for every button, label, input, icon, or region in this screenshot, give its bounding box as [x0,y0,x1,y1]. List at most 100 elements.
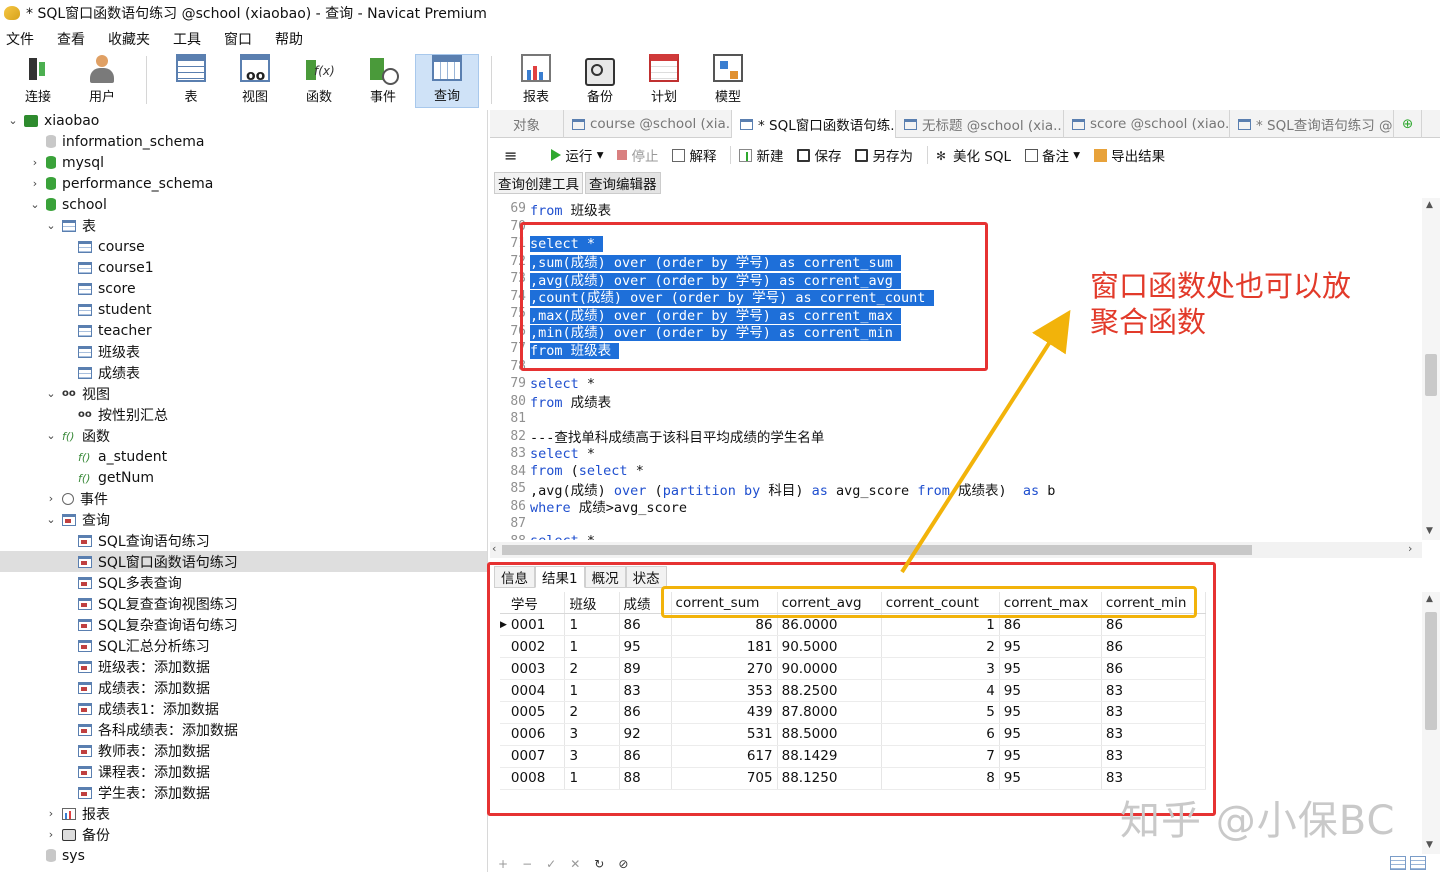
table-cell[interactable]: 0007 [506,745,566,768]
scroll-up-icon[interactable]: ▲ [1426,594,1433,604]
editor-tab[interactable]: course @school (xia... [564,110,732,138]
table-row[interactable]: ▶ 0001 1 86 86 86.0000 1 86 86 [500,613,1207,637]
tree-node[interactable]: oo 按性别汇总 [0,404,168,425]
menu-item[interactable]: 窗口 [218,29,259,49]
tree-toggle-icon[interactable]: ⌄ [28,198,42,211]
table-cell[interactable]: 0004 [506,679,566,702]
table-cell[interactable]: 88 [619,767,672,790]
tab-query-editor[interactable]: 查询编辑器 [585,172,661,194]
table-cell[interactable]: 0008 [506,767,566,790]
tree-node[interactable]: 各科成绩表：添加数据 [0,719,238,740]
column-header[interactable]: corrent_sum [671,592,778,615]
toolbar-table-button[interactable]: 表 [159,54,223,108]
table-cell[interactable]: 95 [999,635,1102,659]
status-action-icon[interactable]: ✓ [546,857,556,871]
result-vertical-scrollbar[interactable]: ▲ ▼ [1422,592,1440,854]
table-cell[interactable]: 89 [619,657,672,681]
tree-node[interactable]: 教师表：添加数据 [0,740,210,761]
table-row[interactable]: 0006 3 92 531 88.5000 6 95 83 [500,723,1207,746]
status-action-icon[interactable]: − [522,857,532,871]
table-cell[interactable]: 86 [619,701,672,724]
toolbar-query-button[interactable]: 查询 [415,54,479,108]
table-cell[interactable]: 95 [999,657,1102,681]
scroll-up-icon[interactable]: ▲ [1426,200,1433,210]
toolbar-event-button[interactable]: 事件 [351,54,415,108]
tab-profile[interactable]: 概况 [584,566,626,588]
tree-toggle-icon[interactable]: ⌄ [44,387,58,400]
toolbar-user-button[interactable]: 用户 [70,54,134,108]
tree-node[interactable]: information_schema [0,131,205,152]
new-button[interactable]: 新建 [739,145,783,165]
tab-info[interactable]: 信息 [494,566,535,588]
toolbar-view-button[interactable]: 视图 [223,54,287,108]
table-cell[interactable]: 86 [671,613,778,637]
status-action-icon[interactable]: + [498,857,508,871]
toolbar-model-button[interactable]: 模型 [696,54,760,108]
tree-toggle-icon[interactable]: › [44,828,58,841]
tree-node[interactable]: 课程表：添加数据 [0,761,210,782]
tree-node[interactable]: 成绩表 [0,362,140,383]
sql-editor[interactable]: 69 from 班级表 70 71 select * 72 ,sum(成绩) over (… [490,198,1422,540]
table-cell[interactable]: 90.0000 [777,657,882,681]
table-cell[interactable]: 617 [671,745,778,768]
table-cell[interactable]: 1 [564,613,620,637]
toolbar-report-button[interactable]: 报表 [504,54,568,108]
table-cell[interactable]: 0002 [506,635,566,659]
table-cell[interactable]: 95 [999,745,1102,768]
new-tab-icon[interactable]: ⊕ [1394,110,1423,138]
table-cell[interactable]: 95 [999,723,1102,746]
table-cell[interactable]: 0006 [506,723,566,746]
status-action-icon[interactable]: ↻ [594,857,604,871]
table-cell[interactable]: 1 [564,679,620,702]
table-cell[interactable]: 86 [999,613,1102,637]
editor-tab[interactable]: * SQL查询语句练习 @... [1230,110,1394,138]
table-row[interactable]: 0008 1 88 705 88.1250 8 95 83 [500,767,1207,790]
tree-node[interactable]: › 备份 [0,824,110,845]
table-cell[interactable]: 86 [619,613,672,637]
tree-toggle-icon[interactable]: › [44,492,58,505]
editor-tab[interactable]: 无标题 @school (xia... [896,110,1064,138]
table-cell[interactable]: 5 [881,701,1000,724]
tree-toggle-icon[interactable]: › [44,807,58,820]
table-cell[interactable]: 86.0000 [777,613,882,637]
tree-toggle-icon[interactable]: ⌄ [6,114,20,127]
save-button[interactable]: 保存 [797,145,841,165]
tree-node[interactable]: sys [0,845,85,866]
grid-view-icon[interactable] [1390,856,1406,870]
tree-node[interactable]: student [0,299,152,320]
status-action-icon[interactable]: ✕ [570,857,580,871]
table-cell[interactable]: 92 [619,723,672,746]
column-header[interactable]: corrent_max [999,592,1102,615]
table-cell[interactable]: 83 [1101,701,1207,724]
table-cell[interactable]: 88.5000 [777,723,882,746]
tab-status[interactable]: 状态 [625,566,667,588]
table-cell[interactable]: 83 [1101,767,1207,790]
table-cell[interactable]: 531 [671,723,778,746]
table-cell[interactable]: 705 [671,767,778,790]
toolbar-schedule-button[interactable]: 计划 [632,54,696,108]
tree-node[interactable]: score [0,278,136,299]
tree-node[interactable]: SQL复杂查询语句练习 [0,614,238,635]
table-cell[interactable]: 1 [564,635,620,659]
table-cell[interactable]: 90.5000 [777,635,882,659]
editor-tab[interactable]: * SQL窗口函数语句练... [732,110,896,138]
tree-toggle-icon[interactable]: › [28,177,42,190]
tree-node[interactable]: SQL查询语句练习 [0,530,210,551]
tree-toggle-icon[interactable]: ⌄ [44,429,58,442]
scroll-down-icon[interactable]: ▼ [1426,840,1433,850]
table-cell[interactable]: 83 [1101,723,1207,746]
table-row[interactable]: 0003 2 89 270 90.0000 3 95 86 [500,657,1207,681]
table-cell[interactable]: 95 [999,679,1102,702]
table-cell[interactable]: 3 [881,657,1000,681]
toolbar-function-button[interactable]: 函数 [287,54,351,108]
tree-node[interactable]: 成绩表：添加数据 [0,677,210,698]
table-cell[interactable]: 439 [671,701,778,724]
table-cell[interactable]: 8 [881,767,1000,790]
tree-node[interactable]: ⌄ f() 函数 [0,425,110,446]
editor-horizontal-scrollbar[interactable]: ‹ › [490,542,1422,558]
table-cell[interactable]: 1 [881,613,1000,637]
tab-query-builder[interactable]: 查询创建工具 [494,172,583,194]
table-cell[interactable]: 86 [619,745,672,768]
status-action-icon[interactable]: ⊘ [618,857,628,871]
table-cell[interactable]: 2 [564,657,620,681]
